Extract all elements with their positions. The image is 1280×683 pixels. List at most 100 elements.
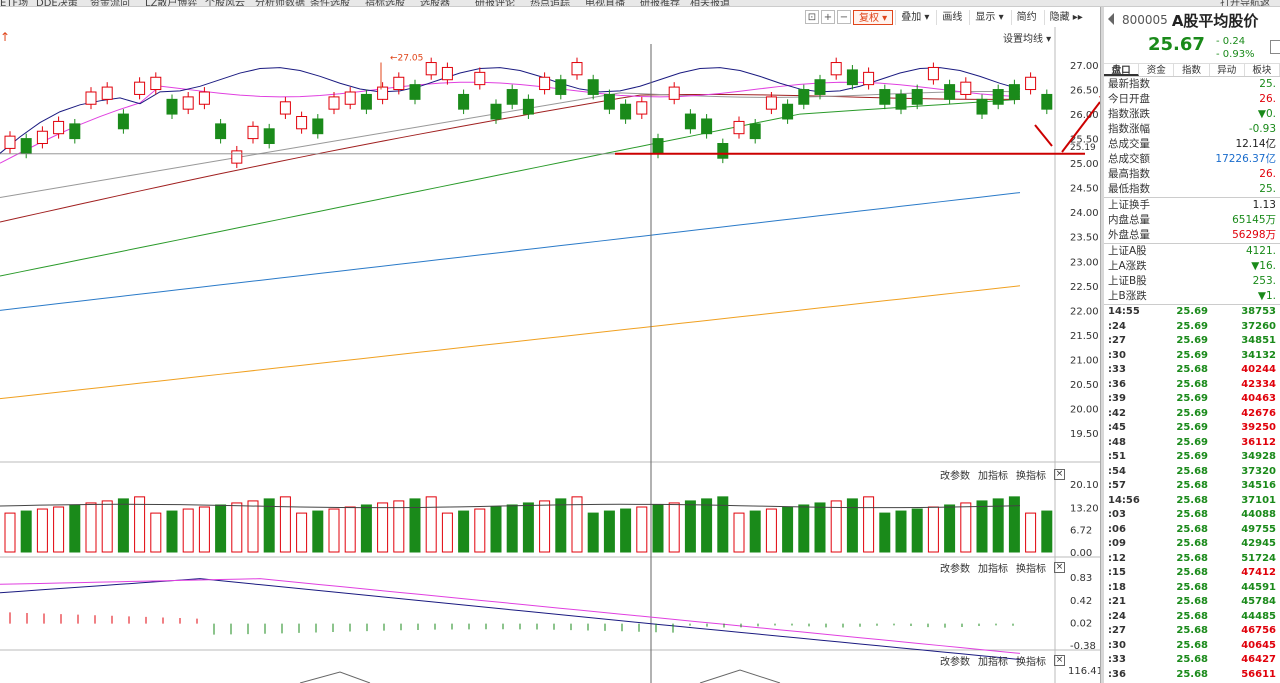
info-value: 17226.37亿 bbox=[1215, 153, 1276, 165]
volume-bar bbox=[927, 506, 939, 553]
panel-tab[interactable]: 异动 bbox=[1210, 64, 1245, 76]
info-value: ▼16. bbox=[1251, 260, 1276, 272]
volume-bar bbox=[69, 504, 81, 553]
tick-time: :03 bbox=[1108, 509, 1126, 520]
candle-up bbox=[668, 86, 680, 100]
candle-down bbox=[992, 89, 1004, 105]
info-row: 指数涨跌 ▼0. bbox=[1104, 107, 1280, 122]
top-right-link[interactable]: 打开导航 bbox=[1220, 0, 1260, 6]
volume-bar bbox=[684, 500, 696, 553]
tick-time: :54 bbox=[1108, 465, 1126, 477]
add-indicator-button[interactable]: 加指标 bbox=[978, 653, 1008, 668]
tick-row: :45 25.69 39250 bbox=[1104, 421, 1280, 436]
volume-bar bbox=[895, 510, 907, 553]
volume-bar bbox=[522, 502, 534, 553]
candle-down bbox=[798, 89, 810, 105]
candle-down bbox=[117, 113, 129, 130]
expand-icon[interactable] bbox=[1270, 40, 1280, 54]
kline-chart[interactable]: 27.0026.5026.0025.5025.0024.5024.0023.50… bbox=[0, 0, 1100, 683]
add-indicator-button[interactable]: 加指标 bbox=[978, 560, 1008, 575]
tick-time: :42 bbox=[1108, 407, 1126, 419]
volume-axis-label: 20.10 bbox=[1070, 480, 1099, 491]
tick-price: 25.69 bbox=[1176, 436, 1208, 448]
info-label: 最新指数 bbox=[1108, 78, 1150, 90]
macd-axis-label: 0.42 bbox=[1070, 596, 1092, 607]
tick-volume: 46427 bbox=[1241, 654, 1276, 665]
info-value: 4121. bbox=[1245, 245, 1276, 257]
candle-up bbox=[53, 120, 65, 135]
tick-volume: 45784 bbox=[1241, 596, 1276, 607]
volume-axis-label: 13.20 bbox=[1070, 503, 1099, 514]
info-row: 总成交量 12.14亿 bbox=[1104, 137, 1280, 152]
change-params-button[interactable]: 改参数 bbox=[940, 467, 970, 482]
dif-line bbox=[0, 578, 1021, 660]
tick-price: 25.68 bbox=[1176, 378, 1208, 390]
candle-up bbox=[636, 101, 648, 115]
close-icon[interactable]: × bbox=[1054, 469, 1065, 480]
close-icon[interactable]: × bbox=[1054, 655, 1065, 666]
candle-up bbox=[960, 81, 972, 95]
macd-header: 改参数 加指标 换指标 × bbox=[940, 560, 1065, 575]
tick-volume: 42945 bbox=[1241, 538, 1276, 549]
info-value: 25. bbox=[1259, 183, 1276, 195]
collapse-arrow-icon[interactable] bbox=[1108, 13, 1114, 25]
close-icon[interactable]: × bbox=[1054, 562, 1065, 573]
tick-time: :21 bbox=[1108, 596, 1126, 607]
tick-list[interactable]: 14:55 25.69 38753:24 25.69 37260:27 25.69 3485… bbox=[1104, 305, 1280, 682]
switch-indicator-button[interactable]: 换指标 bbox=[1016, 653, 1046, 668]
tick-volume: 34516 bbox=[1241, 480, 1276, 491]
candle-down bbox=[1041, 93, 1053, 110]
candle-down bbox=[976, 98, 988, 115]
tick-time: :48 bbox=[1108, 436, 1126, 448]
add-indicator-button[interactable]: 加指标 bbox=[978, 467, 1008, 482]
candle-up bbox=[4, 135, 16, 149]
change-params-button[interactable]: 改参数 bbox=[940, 653, 970, 668]
info-label: 总成交额 bbox=[1108, 153, 1150, 165]
quote-panel: 800005 A股平均股价 25.67 - 0.24 - 0.93% 盘口 资金指… bbox=[1104, 7, 1280, 683]
top-right-link[interactable]: 返 bbox=[1260, 0, 1270, 6]
red-arrow-icon bbox=[1034, 124, 1053, 147]
info-value: -0.93 bbox=[1248, 123, 1276, 135]
price-axis-label: 26.50 bbox=[1070, 86, 1099, 97]
tick-volume: 38753 bbox=[1241, 306, 1276, 317]
tick-row: :48 25.69 36112 bbox=[1104, 436, 1280, 451]
tick-row: 14:56 25.68 37101 bbox=[1104, 494, 1280, 509]
info-row: 上证A股 4121. bbox=[1104, 244, 1280, 259]
candle-down bbox=[20, 138, 32, 154]
candle-down bbox=[506, 89, 518, 105]
tick-price: 25.68 bbox=[1176, 523, 1208, 535]
tick-price: 25.68 bbox=[1176, 581, 1208, 593]
volume-bar bbox=[765, 508, 777, 553]
candle-down bbox=[522, 98, 534, 115]
panel-tab[interactable]: 资金 bbox=[1139, 64, 1175, 76]
tick-volume: 49755 bbox=[1241, 523, 1276, 535]
tick-price: 25.68 bbox=[1176, 625, 1208, 636]
candle-up bbox=[247, 125, 259, 140]
switch-indicator-button[interactable]: 换指标 bbox=[1016, 560, 1046, 575]
info-label: 指数涨幅 bbox=[1108, 123, 1150, 135]
candle-up bbox=[441, 66, 453, 81]
tick-time: :39 bbox=[1108, 393, 1126, 404]
volume-bar bbox=[247, 500, 259, 553]
panel-tab[interactable]: 盘口 bbox=[1104, 64, 1140, 76]
panel-tab[interactable]: 指数 bbox=[1174, 64, 1210, 76]
price-axis-label: 27.00 bbox=[1070, 61, 1099, 72]
candle-down bbox=[717, 143, 729, 159]
change-params-button[interactable]: 改参数 bbox=[940, 560, 970, 575]
tick-time: :27 bbox=[1108, 335, 1126, 346]
switch-indicator-button[interactable]: 换指标 bbox=[1016, 467, 1046, 482]
candle-up bbox=[182, 96, 194, 110]
panel-tab[interactable]: 板块 bbox=[1245, 64, 1280, 76]
turnover-group: 上证换手 1.13 内盘总量 65145万 外盘总量 56298万 bbox=[1104, 198, 1280, 244]
candle-down bbox=[684, 113, 696, 130]
volume-bar bbox=[555, 498, 567, 553]
tick-row: :03 25.68 44088 bbox=[1104, 508, 1280, 523]
volume-bar bbox=[458, 510, 470, 553]
candle-up bbox=[296, 116, 308, 130]
tick-price: 25.68 bbox=[1176, 552, 1208, 564]
volume-bar bbox=[425, 496, 437, 553]
index-code: 800005 bbox=[1122, 13, 1168, 27]
info-label: 内盘总量 bbox=[1108, 214, 1150, 226]
tick-volume: 37101 bbox=[1241, 494, 1276, 506]
price-axis-label: 19.50 bbox=[1070, 429, 1099, 440]
